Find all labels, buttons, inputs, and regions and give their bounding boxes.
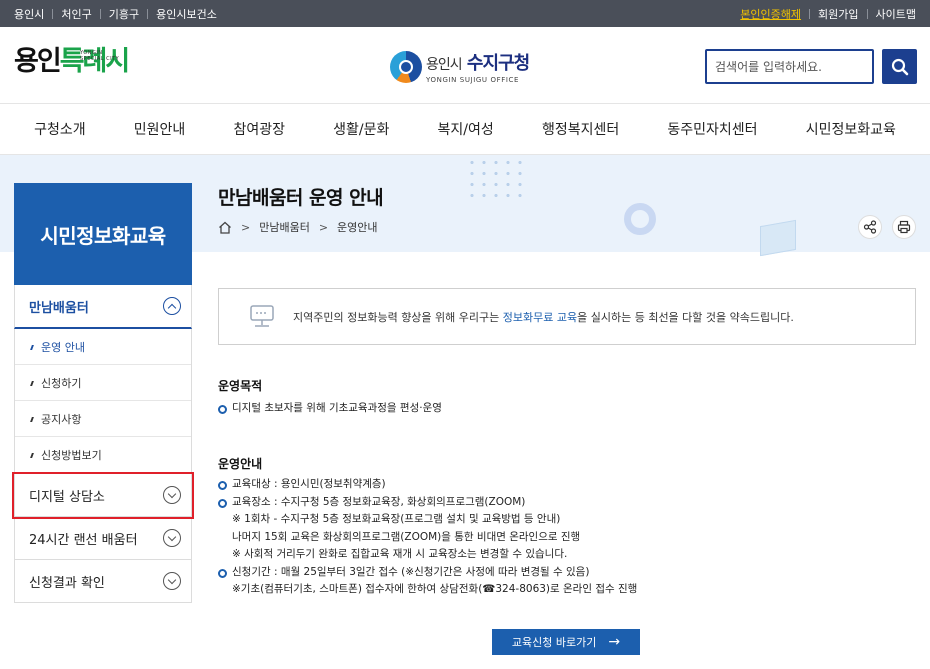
- link-yongin[interactable]: 용인시: [14, 6, 44, 22]
- chevron-right-icon: >: [241, 220, 251, 234]
- district-title: 용인시 수지구청: [426, 53, 530, 74]
- decor-ring: [624, 203, 656, 235]
- decor-dots: [466, 157, 526, 201]
- list-item: 교육대상 : 용인시민(정보취약계층): [218, 476, 637, 494]
- arrow-right-icon: →: [608, 634, 621, 650]
- link-cheoin[interactable]: 처인구: [61, 6, 91, 22]
- apply-shortcut-button[interactable]: 교육신청 바로가기 →: [492, 629, 640, 655]
- gnb-admin-center[interactable]: 행정복지센터: [542, 119, 619, 139]
- chevron-up-icon: [163, 297, 181, 315]
- chevron-down-icon: [163, 529, 181, 547]
- list-item-detail: ※ 1회차 - 수지구청 5층 정보화교육장(프로그램 설치 및 교육방법 등 …: [232, 513, 561, 525]
- yongin-city-logo[interactable]: 용인특례시 YONGIN SPECIAL CITY: [14, 47, 130, 77]
- search-input[interactable]: [705, 49, 874, 84]
- list-item: 신청기간 : 매월 25일부터 3일간 접수 (※신청기간은 사정에 따라 변경…: [218, 564, 637, 599]
- list-item-detail: 나머지 15회 교육은 화상회의프로그램(ZOOM)을 통한 비대면 온라인으로…: [232, 530, 581, 543]
- sidebar-item-label: 24시간 랜선 배움터: [29, 532, 138, 548]
- search-form: [705, 49, 917, 84]
- sujigu-emblem-icon: [390, 50, 422, 83]
- notice-highlight: 정보화무료 교육: [502, 310, 578, 324]
- purpose-list: 디지털 초보자를 위해 기초교육과정을 편성·운영: [218, 400, 442, 418]
- guide-list: 교육대상 : 용인시민(정보취약계층) 교육장소 : 수지구청 5층 정보화교육…: [218, 476, 637, 599]
- family-site-links: 용인시 처인구 기흥구 용인시보건소: [14, 6, 217, 22]
- sidebar-submenu: 운영 안내 신청하기 공지사항 신청방법보기: [14, 329, 192, 474]
- sidebar-item-label: 만남배움터: [29, 300, 89, 316]
- sidebar-item-24h[interactable]: 24시간 랜선 배움터: [14, 517, 192, 560]
- divider: [99, 8, 101, 19]
- chevron-down-icon: [163, 572, 181, 590]
- global-navigation: 구청소개 민원안내 참여광장 생활/문화 복지/여성 행정복지센터 동주민자치센…: [0, 104, 930, 155]
- gnb-life-culture[interactable]: 생활/문화: [333, 119, 389, 139]
- member-links: 본인인증해제 회원가입 사이트맵: [740, 6, 916, 22]
- breadcrumb-item[interactable]: 운영안내: [337, 219, 377, 235]
- intro-notice-box: 지역주민의 정보화능력 향상을 위해 우리구는 정보화무료 교육을 실시하는 등…: [218, 288, 916, 345]
- search-icon: [891, 58, 908, 75]
- submenu-operation[interactable]: 운영 안내: [15, 329, 191, 365]
- gnb-it-education[interactable]: 시민정보화교육: [806, 119, 896, 139]
- decor-cube: [760, 219, 796, 257]
- chevron-right-icon: >: [318, 220, 329, 234]
- gnb-intro[interactable]: 구청소개: [34, 119, 86, 139]
- computer-icon: [250, 304, 274, 327]
- purpose-heading: 운영목적: [218, 379, 263, 393]
- sidebar-item-result[interactable]: 신청결과 확인: [14, 560, 192, 603]
- home-icon[interactable]: [218, 221, 232, 234]
- top-utility-bar: 용인시 처인구 기흥구 용인시보건소 본인인증해제 회원가입 사이트맵: [0, 0, 930, 27]
- share-icon: [863, 220, 877, 234]
- notice-text: 지역주민의 정보화능력 향상을 위해 우리구는 정보화무료 교육을 실시하는 등…: [293, 310, 794, 324]
- list-item-detail: ※ 사회적 거리두기 완화로 집합교육 재개 시 교육장소는 변경할 수 있습니…: [232, 548, 568, 560]
- sidebar: 시민정보화교육 만남배움터 운영 안내 신청하기 공지사항 신청방법보기 디지털…: [12, 183, 194, 603]
- link-health-center[interactable]: 용인시보건소: [156, 6, 217, 22]
- sidebar-item-digital-consult[interactable]: 디지털 상담소: [12, 472, 194, 519]
- sidebar-item-label: 디지털 상담소: [29, 489, 105, 505]
- print-icon: [897, 220, 911, 234]
- content-area: 시민정보화교육 만남배움터 운영 안내 신청하기 공지사항 신청방법보기 디지털…: [0, 155, 930, 669]
- release-auth-link[interactable]: 본인인증해제: [740, 6, 801, 22]
- submenu-howto[interactable]: 신청방법보기: [15, 437, 191, 473]
- print-button[interactable]: [892, 215, 916, 239]
- divider: [809, 8, 811, 19]
- sujigu-logo[interactable]: 용인시 수지구청 YONGIN SUJIGU OFFICE: [390, 49, 530, 84]
- submenu-notice[interactable]: 공지사항: [15, 401, 191, 437]
- gnb-community-center[interactable]: 동주민자치센터: [667, 119, 757, 139]
- page-tools: [848, 215, 916, 239]
- search-button[interactable]: [882, 49, 917, 84]
- link-giheung[interactable]: 기흥구: [109, 6, 139, 22]
- site-header: 용인특례시 YONGIN SPECIAL CITY 용인시 수지구청 YONGIN…: [0, 27, 930, 104]
- gnb-civil[interactable]: 민원안내: [134, 119, 186, 139]
- divider: [52, 8, 54, 19]
- share-button[interactable]: [858, 215, 882, 239]
- submenu-apply[interactable]: 신청하기: [15, 365, 191, 401]
- chevron-down-icon: [163, 486, 181, 504]
- brand-subtitle: YONGIN SPECIAL CITY: [80, 50, 120, 62]
- list-item: 교육장소 : 수지구청 5층 정보화교육장, 화상회의프로그램(ZOOM) ※ …: [218, 494, 637, 564]
- divider: [866, 8, 868, 19]
- sidebar-item-label: 신청결과 확인: [29, 575, 105, 591]
- page-title: 만남배움터 운영 안내: [218, 187, 384, 209]
- divider: [147, 8, 149, 19]
- sidebar-title: 시민정보화교육: [14, 183, 192, 285]
- list-item-detail: ※기초(컴퓨터기초, 스마트폰) 접수자에 한하여 상담전화(☎324-8063…: [232, 583, 638, 595]
- signup-link[interactable]: 회원가입: [818, 6, 858, 22]
- breadcrumb: > 만남배움터 > 운영안내: [218, 219, 378, 235]
- district-en: YONGIN SUJIGU OFFICE: [426, 76, 519, 84]
- breadcrumb-item[interactable]: 만남배움터: [259, 219, 310, 235]
- sidebar-item-meeting[interactable]: 만남배움터: [14, 285, 192, 329]
- list-item: 디지털 초보자를 위해 기초교육과정을 편성·운영: [218, 400, 442, 418]
- sitemap-link[interactable]: 사이트맵: [876, 6, 916, 22]
- guide-heading: 운영안내: [218, 457, 263, 471]
- gnb-welfare[interactable]: 복지/여성: [438, 119, 494, 139]
- gnb-participation[interactable]: 참여광장: [233, 119, 285, 139]
